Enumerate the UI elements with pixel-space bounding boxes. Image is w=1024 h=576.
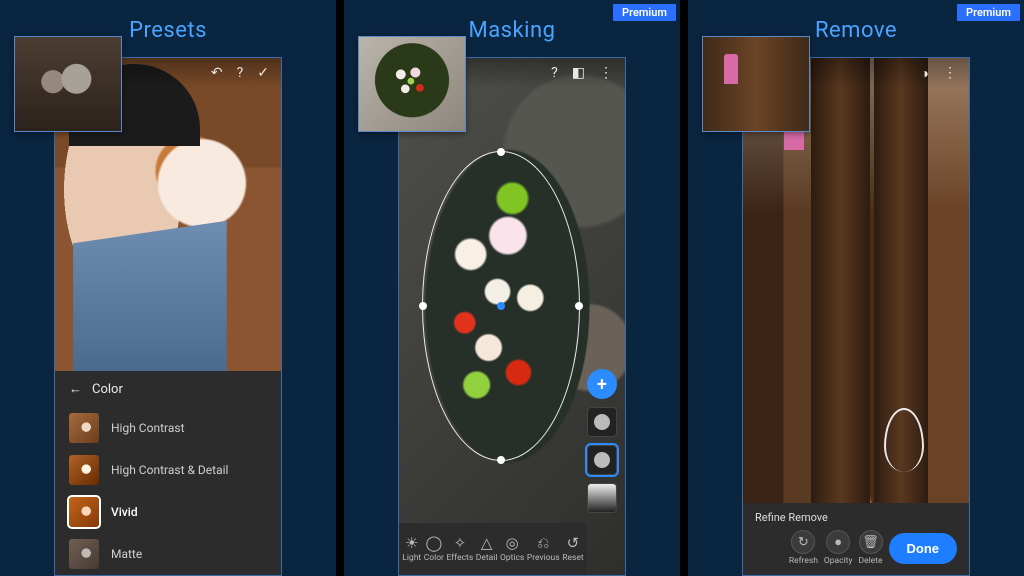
preset-swatch (69, 413, 99, 443)
phone-frame: ↶ ? ✓ ← Color High Contrast High Contras… (54, 57, 282, 576)
tool-optics[interactable]: ◎Optics (500, 536, 524, 563)
mask-chip[interactable] (587, 483, 617, 513)
preset-row[interactable]: High Contrast & Detail (69, 449, 267, 491)
remove-tabs[interactable]: Refine Remove (755, 511, 957, 524)
reset-icon: ↺ (567, 536, 580, 551)
mask-ellipse[interactable] (422, 151, 580, 461)
tool-effects[interactable]: ✧Effects (447, 536, 474, 563)
tool-previous[interactable]: ⎌Previous (527, 536, 560, 563)
panel-presets: Presets ↶ ? ✓ ← Color High Contrast (0, 0, 336, 576)
refresh-button[interactable]: ↻Refresh (789, 530, 818, 566)
opacity-icon: ● (826, 530, 850, 554)
preset-label: High Contrast (111, 421, 185, 435)
mask-chip[interactable] (587, 407, 617, 437)
delete-button[interactable]: 🗑Delete (859, 530, 883, 566)
before-thumbnail (14, 36, 122, 132)
before-thumbnail (358, 36, 466, 132)
panel-title: Masking (468, 18, 555, 43)
tool-detail[interactable]: △Detail (476, 536, 498, 563)
help-icon[interactable]: ? (551, 65, 558, 81)
mask-dock: + (587, 369, 617, 513)
preset-row[interactable]: Matte (69, 533, 267, 575)
premium-badge: Premium (613, 4, 676, 21)
preset-swatch (69, 539, 99, 569)
back-icon[interactable]: ← (69, 381, 82, 397)
color-icon: ◯ (425, 536, 442, 551)
done-button[interactable]: Done (889, 533, 958, 564)
more-icon[interactable]: ⋮ (943, 65, 957, 81)
preset-swatch (69, 455, 99, 485)
more-icon[interactable]: ⋮ (599, 65, 613, 81)
tool-tray: ☀Light ◯Color ✧Effects △Detail ◎Optics ⎌… (399, 523, 587, 575)
tool-color[interactable]: ◯Color (424, 536, 444, 563)
add-mask-button[interactable]: + (587, 369, 617, 399)
tool-light[interactable]: ☀Light (402, 536, 421, 563)
thumbnail-image (703, 37, 809, 131)
phone-frame: ◑ ⋮ Refine Remove ↻Refresh ●Opacity 🗑Del… (742, 57, 970, 576)
phone-frame: ? ◧ ⋮ + ☀Light ◯Color ✧Effects △Detail (398, 57, 626, 576)
preset-row[interactable]: Vivid (69, 491, 267, 533)
premium-badge: Premium (957, 4, 1020, 21)
preview-icon[interactable]: ◑ (921, 65, 929, 82)
panel-remove: Premium Remove ◑ ⋮ Refine Remove ↻Refres… (688, 0, 1024, 576)
effects-icon: ✧ (454, 536, 467, 551)
preset-row[interactable]: High Contrast (69, 407, 267, 449)
preset-label: High Contrast & Detail (111, 463, 228, 477)
preset-label: Vivid (111, 505, 138, 519)
panel-title: Remove (815, 18, 897, 43)
invert-mask-icon[interactable]: ◧ (572, 65, 585, 81)
panel-masking: Premium Masking ? ◧ ⋮ + ☀Light (344, 0, 680, 576)
preset-list: ← Color High Contrast High Contrast & De… (55, 371, 281, 575)
light-icon: ☀ (405, 536, 418, 551)
help-icon[interactable]: ? (237, 65, 244, 81)
refresh-icon: ↻ (791, 530, 815, 554)
tool-reset[interactable]: ↺Reset (562, 536, 583, 563)
accept-icon[interactable]: ✓ (257, 65, 269, 81)
panel-title: Presets (129, 18, 207, 43)
preset-swatch (69, 497, 99, 527)
remove-toolbar: Refine Remove ↻Refresh ●Opacity 🗑Delete … (743, 503, 969, 575)
mask-chip[interactable] (587, 445, 617, 475)
preset-category-label: Color (92, 382, 123, 397)
undo-icon[interactable]: ↶ (211, 65, 223, 81)
previous-icon: ⎌ (537, 536, 549, 551)
thumbnail-image (15, 37, 121, 131)
thumbnail-image (359, 37, 465, 131)
preset-header[interactable]: ← Color (69, 381, 267, 397)
main-photo[interactable] (743, 58, 969, 575)
opacity-button[interactable]: ●Opacity (824, 530, 853, 566)
before-thumbnail (702, 36, 810, 132)
mask-center-handle[interactable] (497, 302, 505, 310)
optics-icon: ◎ (506, 536, 519, 551)
delete-icon: 🗑 (859, 530, 883, 554)
detail-icon: △ (481, 536, 493, 551)
preset-label: Matte (111, 547, 142, 561)
